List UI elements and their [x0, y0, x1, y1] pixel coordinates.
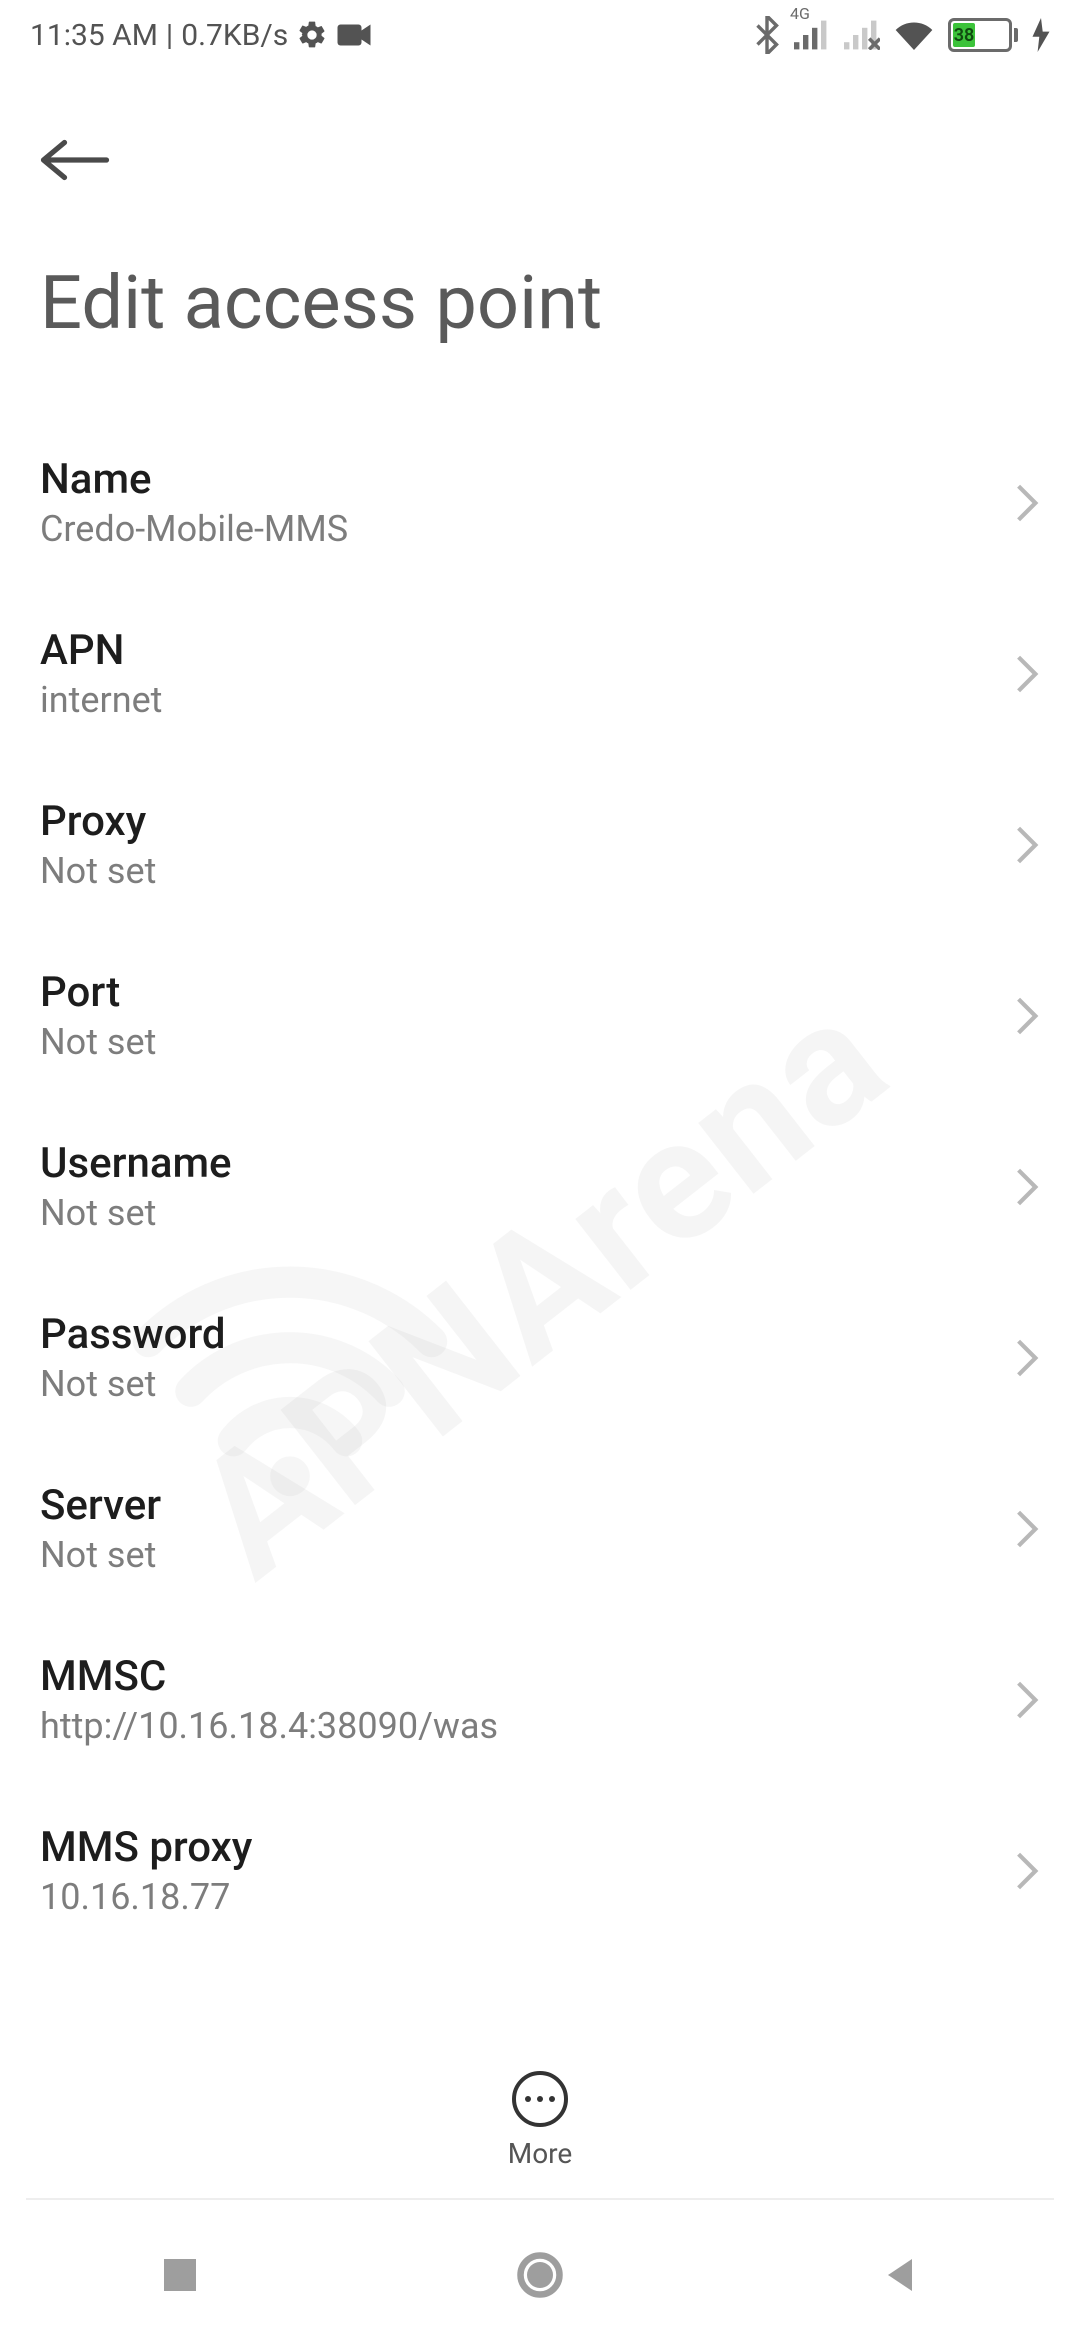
- more-label: More: [508, 2137, 573, 2170]
- row-password[interactable]: Password Not set: [40, 1272, 1040, 1443]
- row-label: Password: [40, 1310, 226, 1359]
- chevron-right-icon: [1014, 1337, 1040, 1379]
- back-button[interactable]: [40, 110, 140, 210]
- page-title: Edit access point: [0, 220, 1080, 417]
- chevron-right-icon: [1014, 824, 1040, 866]
- row-value: internet: [40, 679, 162, 721]
- signal-icon-1: [794, 20, 830, 50]
- wifi-icon: [894, 19, 934, 51]
- row-value: Not set: [40, 1534, 161, 1576]
- battery-indicator: 38: [948, 18, 1018, 52]
- chevron-right-icon: [1014, 1850, 1040, 1892]
- status-bar: 11:35 AM | 0.7KB/s 4G 38: [0, 0, 1080, 70]
- row-value: http://10.16.18.4:38090/was: [40, 1705, 498, 1747]
- row-label: Name: [40, 455, 348, 504]
- row-username[interactable]: Username Not set: [40, 1101, 1040, 1272]
- row-label: APN: [40, 626, 162, 675]
- row-value: Credo-Mobile-MMS: [40, 508, 348, 550]
- nav-recent-button[interactable]: [148, 2243, 212, 2307]
- circle-icon: [514, 2249, 566, 2301]
- battery-percent: 38: [953, 23, 975, 47]
- camera-icon: [336, 21, 372, 49]
- arrow-left-icon: [40, 135, 110, 185]
- status-divider: |: [166, 18, 173, 53]
- nav-back-button[interactable]: [868, 2243, 932, 2307]
- row-port[interactable]: Port Not set: [40, 930, 1040, 1101]
- square-icon: [160, 2255, 200, 2295]
- row-label: Username: [40, 1139, 232, 1188]
- triangle-left-icon: [880, 2255, 920, 2295]
- row-label: MMS proxy: [40, 1823, 252, 1872]
- chevron-right-icon: [1014, 1679, 1040, 1721]
- row-server[interactable]: Server Not set: [40, 1443, 1040, 1614]
- row-value: Not set: [40, 850, 156, 892]
- row-value: 10.16.18.77: [40, 1876, 252, 1918]
- row-label: Port: [40, 968, 156, 1017]
- chevron-right-icon: [1014, 995, 1040, 1037]
- network-type-label: 4G: [790, 4, 810, 23]
- row-apn[interactable]: APN internet: [40, 588, 1040, 759]
- row-label: Proxy: [40, 797, 156, 846]
- chevron-right-icon: [1014, 482, 1040, 524]
- row-value: Not set: [40, 1192, 232, 1234]
- row-mmsc[interactable]: MMSC http://10.16.18.4:38090/was: [40, 1614, 1040, 1785]
- row-name[interactable]: Name Credo-Mobile-MMS: [40, 417, 1040, 588]
- status-network-speed: 0.7KB/s: [181, 18, 288, 53]
- row-proxy[interactable]: Proxy Not set: [40, 759, 1040, 930]
- row-mms-proxy[interactable]: MMS proxy 10.16.18.77: [40, 1785, 1040, 1956]
- bottom-divider: [26, 2198, 1054, 2200]
- row-label: Server: [40, 1481, 161, 1530]
- chevron-right-icon: [1014, 653, 1040, 695]
- system-nav-bar: [0, 2210, 1080, 2340]
- charging-icon: [1032, 18, 1050, 52]
- more-button[interactable]: More: [0, 2071, 1080, 2170]
- status-time: 11:35 AM: [30, 18, 158, 53]
- more-icon: [512, 2071, 568, 2127]
- settings-gear-icon: [296, 19, 328, 51]
- nav-home-button[interactable]: [508, 2243, 572, 2307]
- signal-icon-2: [844, 20, 880, 50]
- row-label: MMSC: [40, 1652, 498, 1701]
- bluetooth-icon: [754, 16, 780, 54]
- chevron-right-icon: [1014, 1508, 1040, 1550]
- row-value: Not set: [40, 1021, 156, 1063]
- settings-list: Name Credo-Mobile-MMS APN internet Proxy…: [0, 417, 1080, 1956]
- row-value: Not set: [40, 1363, 226, 1405]
- chevron-right-icon: [1014, 1166, 1040, 1208]
